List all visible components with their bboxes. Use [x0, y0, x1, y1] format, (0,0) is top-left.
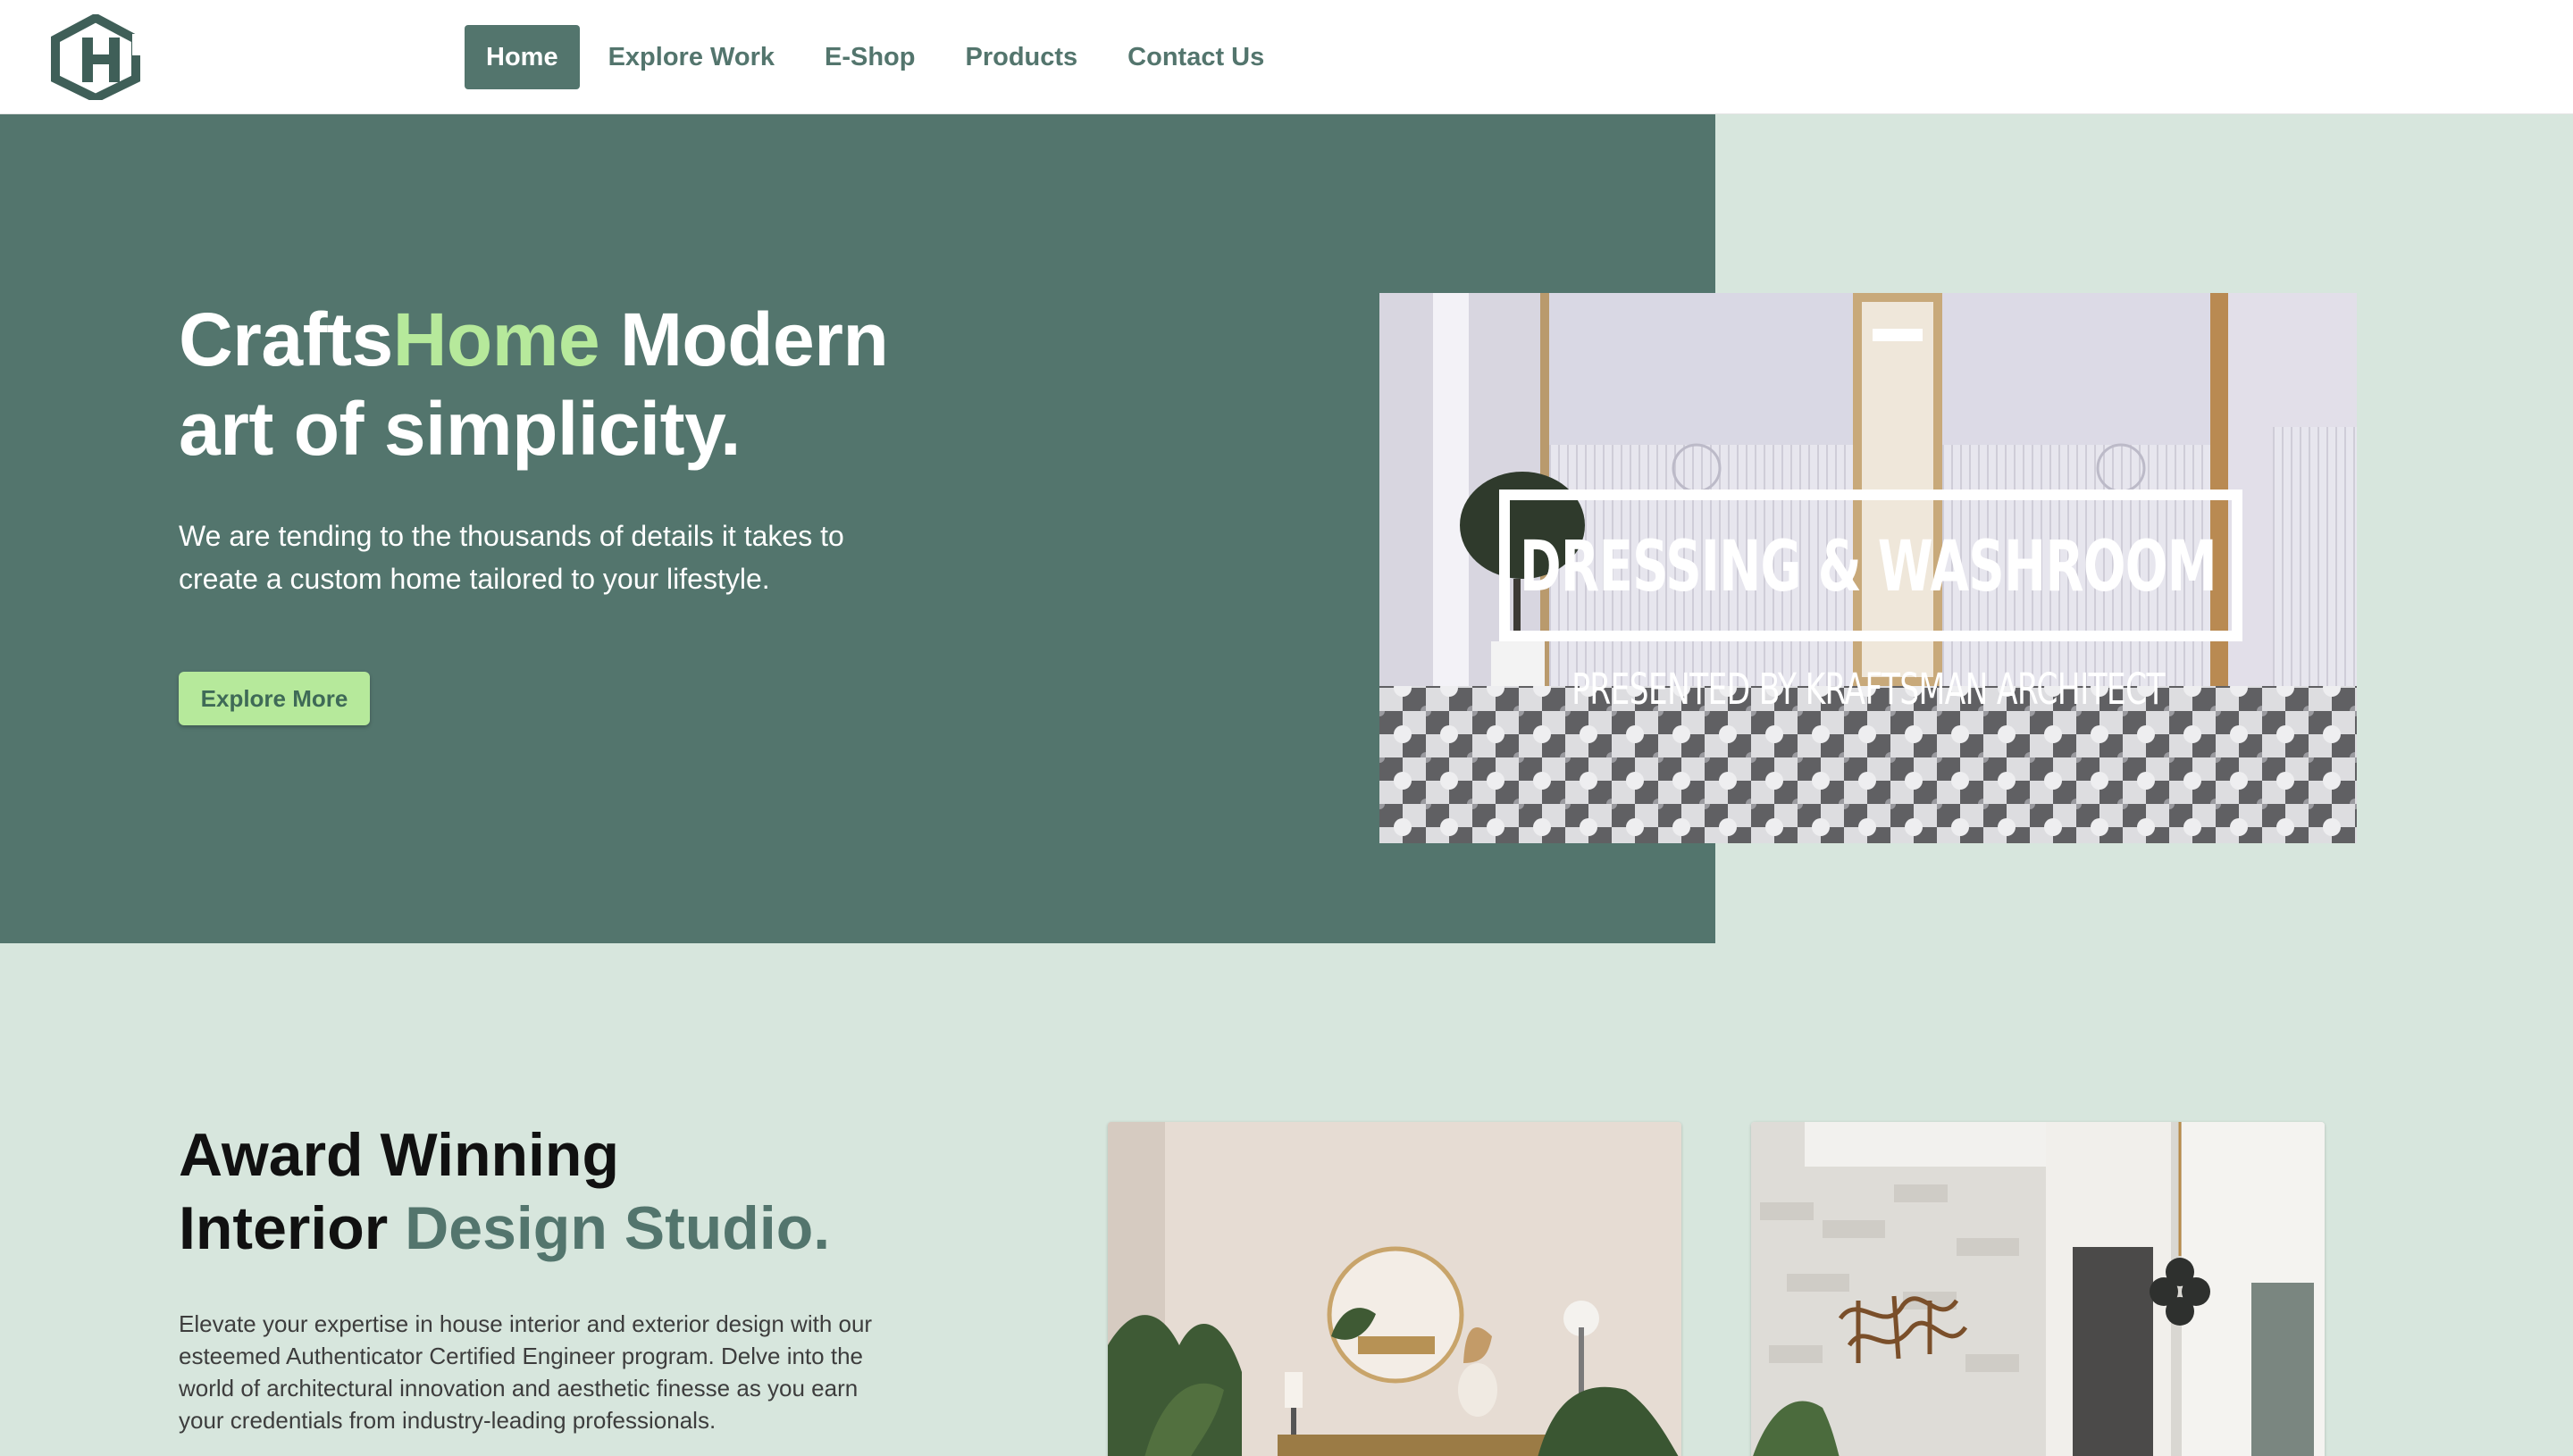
hero-video-thumbnail[interactable]: DRESSING & WASHROOM PRESENTED BY KRAFTSM…: [1379, 293, 2357, 843]
main-nav: Home Explore Work E-Shop Products Contac…: [465, 25, 1286, 89]
ch-monogram-icon[interactable]: [46, 13, 145, 104]
hero-title: CraftsHome Modern art of simplicity.: [179, 295, 983, 473]
nav-eshop-link[interactable]: E-Shop: [803, 25, 937, 89]
hero-subtitle: We are tending to the thousands of detai…: [179, 520, 844, 595]
hero-title-part2: Modern: [599, 297, 889, 381]
video-subtitle: PRESENTED BY KRAFTSMAN ARCHITECT: [1571, 665, 2165, 715]
nav-contact-us-link[interactable]: Contact Us: [1106, 25, 1286, 89]
interior-photo-dining[interactable]: [1751, 1122, 2325, 1456]
hero-title-line2: art of simplicity.: [179, 387, 741, 471]
studio-title-line1: Award Winning: [179, 1121, 619, 1189]
studio-title-accent: Design Studio.: [405, 1194, 831, 1262]
living-room-image: [1108, 1122, 1681, 1456]
explore-more-button[interactable]: Explore More: [179, 672, 370, 725]
nav-products-link[interactable]: Products: [943, 25, 1099, 89]
top-navbar: Home Explore Work E-Shop Products Contac…: [0, 0, 2573, 114]
nav-home-link[interactable]: Home: [465, 25, 580, 89]
studio-title-line2-plain: Interior: [179, 1194, 406, 1262]
video-title: DRESSING & WASHROOM: [1520, 527, 2217, 607]
hero-title-accent: Home: [392, 297, 600, 381]
dining-room-image: [1751, 1122, 2325, 1456]
nav-explore-work-link[interactable]: Explore Work: [587, 25, 796, 89]
studio-description: Elevate your expertise in house interior…: [179, 1310, 873, 1434]
studio-title: Award Winning Interior Design Studio.: [179, 1118, 983, 1265]
interior-photo-living[interactable]: [1108, 1122, 1681, 1456]
hero-title-part1: Crafts: [179, 297, 393, 381]
